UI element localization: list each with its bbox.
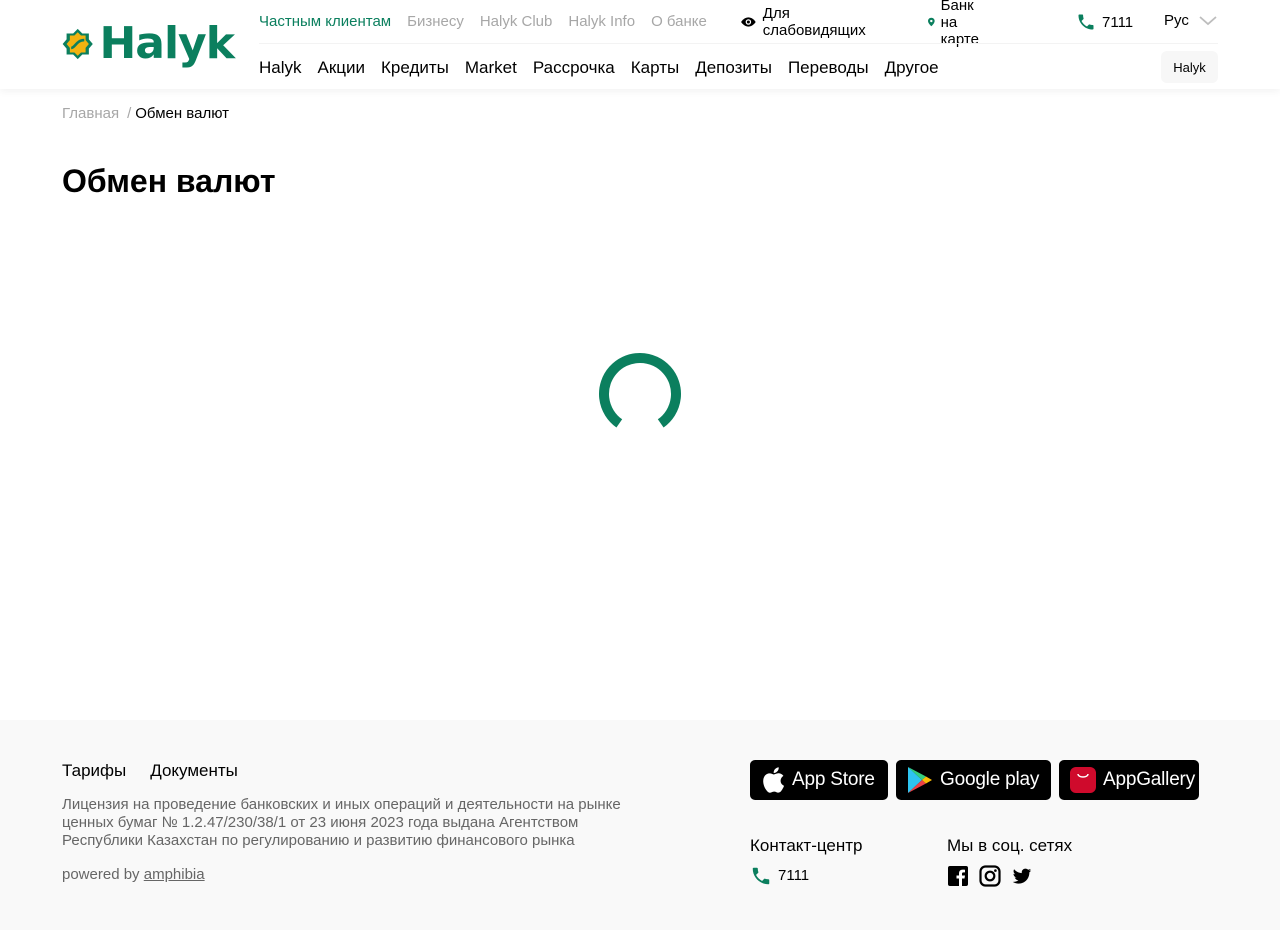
bank-map-label: Банк на карте <box>940 0 979 48</box>
nav-credits[interactable]: Кредиты <box>381 57 449 79</box>
header-divider <box>259 43 1218 44</box>
nav-transfers[interactable]: Переводы <box>788 57 869 79</box>
accessibility-label: Для слабовидящих <box>762 5 866 39</box>
breadcrumb-current: Обмен валют <box>135 105 229 122</box>
map-pin-icon <box>928 17 935 27</box>
nav-installments[interactable]: Рассрочка <box>533 57 615 79</box>
chevron-down-icon <box>1199 15 1217 25</box>
app-store-label: App Store <box>792 769 875 790</box>
logo-wordmark: Halyk <box>99 18 235 69</box>
language-selector[interactable]: Рус <box>1164 12 1217 29</box>
page-title: Обмен валют <box>62 163 276 199</box>
breadcrumb-home[interactable]: Главная <box>62 105 119 123</box>
footer-link-tariffs[interactable]: Тарифы <box>62 761 126 781</box>
nav-promotions[interactable]: Акции <box>318 57 366 79</box>
contact-center-title: Контакт-центр <box>750 836 863 855</box>
apple-icon <box>761 766 785 794</box>
nav-other[interactable]: Другое <box>885 57 939 79</box>
phone-icon <box>752 867 770 885</box>
huawei-icon <box>1070 767 1096 793</box>
powered-by-prefix: powered by <box>62 866 140 883</box>
nav-deposits[interactable]: Депозиты <box>695 57 772 79</box>
main-nav: Halyk Акции Кредиты Market Рассрочка Кар… <box>259 57 939 79</box>
instagram-icon[interactable] <box>979 865 1001 887</box>
powered-by: powered by amphibia <box>62 866 205 884</box>
halyk-header-button[interactable]: Halyk <box>1161 51 1218 83</box>
google-play-button[interactable]: Google play <box>896 760 1051 800</box>
google-play-icon <box>907 766 933 794</box>
twitter-icon[interactable] <box>1011 865 1033 887</box>
accessibility-link[interactable]: Для слабовидящих <box>740 5 870 39</box>
nav-market[interactable]: Market <box>465 57 517 79</box>
app-gallery-label: AppGallery <box>1103 769 1195 790</box>
nav-cards[interactable]: Карты <box>631 57 679 79</box>
footer-link-documents[interactable]: Документы <box>150 761 238 781</box>
segment-halyk-club[interactable]: Halyk Club <box>480 12 553 32</box>
social-title: Мы в соц. сетях <box>947 836 1073 855</box>
facebook-icon[interactable] <box>947 865 969 887</box>
google-play-label: Google play <box>940 769 1040 790</box>
bank-map-link[interactable]: Банк на карте <box>928 0 986 48</box>
segment-business[interactable]: Бизнесу <box>407 12 464 32</box>
footer-links: Тарифы Документы <box>62 761 238 781</box>
breadcrumb: Главная / Обмен валют <box>62 105 229 123</box>
segment-about-bank[interactable]: О банке <box>651 12 707 32</box>
phone-icon <box>1078 14 1094 30</box>
segment-private-clients[interactable]: Частным клиентам <box>259 12 391 32</box>
nav-halyk[interactable]: Halyk <box>259 57 302 79</box>
license-text: Лицензия на проведение банковских и иных… <box>62 796 621 849</box>
contact-phone-link[interactable]: 7111 <box>750 865 809 887</box>
app-store-button[interactable]: App Store <box>750 760 888 800</box>
loading-spinner-icon <box>599 353 681 428</box>
halyk-logo[interactable]: Halyk <box>62 18 235 69</box>
segment-nav: Частным клиентам Бизнесу Halyk Club Haly… <box>259 12 707 32</box>
language-label: Рус <box>1164 12 1189 29</box>
site-footer: Тарифы Документы Лицензия на проведение … <box>0 720 1280 930</box>
halyk-emblem-icon <box>62 28 93 60</box>
site-header: Halyk Частным клиентам Бизнесу Halyk Clu… <box>0 0 1280 89</box>
amphibia-link[interactable]: amphibia <box>144 866 205 883</box>
phone-number: 7111 <box>1102 13 1134 31</box>
segment-halyk-info[interactable]: Halyk Info <box>568 12 635 32</box>
app-gallery-button[interactable]: AppGallery <box>1059 760 1199 800</box>
breadcrumb-separator: / <box>127 105 132 122</box>
social-icons <box>947 865 1033 887</box>
phone-link[interactable]: 7111 <box>1076 12 1133 32</box>
eye-icon <box>741 17 756 27</box>
contact-phone-number: 7111 <box>778 867 810 884</box>
